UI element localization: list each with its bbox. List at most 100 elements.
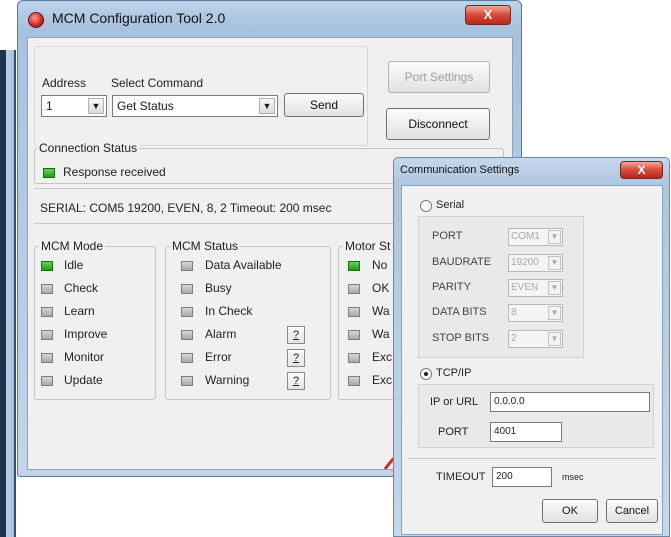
chevron-down-icon[interactable]: ▼ [548,281,561,295]
parity-value: EVEN [511,282,539,293]
monitor-led [41,353,53,363]
alarm-help-button[interactable]: ? [287,326,305,344]
serial-port-value: COM1 [511,231,540,242]
send-button[interactable]: Send [284,93,364,117]
motor-led-3 [348,307,360,317]
chevron-down-icon[interactable]: ▼ [548,230,561,244]
dialog-client-area: Serial PORT COM1 ▼ BAUDRATE 19200 ▼ PARI… [401,185,663,535]
timeout-label: TIMEOUT [436,471,486,483]
tcpip-radio[interactable] [420,368,432,380]
mode-idle-label: Idle [64,258,84,272]
in-check-led [181,307,193,317]
disconnect-button[interactable]: Disconnect [386,108,490,140]
mode-learn-label: Learn [64,304,95,318]
mcm-mode-title: MCM Mode [39,239,106,253]
data-bits-label: DATA BITS [432,306,487,318]
response-led [43,168,55,178]
chevron-down-icon[interactable]: ▼ [259,98,275,114]
tcp-port-label: PORT [438,426,469,438]
motor-led-2 [348,284,360,294]
mode-monitor-label: Monitor [64,350,105,364]
select-command-label: Select Command [111,76,204,90]
update-led [41,376,53,386]
status-error-label: Error [205,350,232,364]
command-select[interactable]: Get Status ▼ [112,95,278,117]
alarm-led [181,330,193,340]
cancel-button[interactable]: Cancel [606,499,658,523]
separator [408,458,656,459]
baudrate-select[interactable]: 19200 ▼ [508,254,563,272]
warning-led [181,376,193,386]
ip-url-label: IP or URL [430,396,479,408]
serial-port-label: PORT [432,230,463,242]
serial-port-select[interactable]: COM1 ▼ [508,228,563,246]
motor-label-4: Wa [372,327,390,341]
data-bits-value: 8 [511,307,517,318]
stop-bits-select[interactable]: 2 ▼ [508,330,563,348]
response-text: Response received [63,165,166,179]
warning-help-button[interactable]: ? [287,372,305,390]
stop-bits-value: 2 [511,333,517,344]
motor-led-6 [348,376,360,386]
motor-label-3: Wa [372,304,390,318]
motor-status-title: Motor St [343,239,393,253]
check-led [41,284,53,294]
baudrate-value: 19200 [511,257,539,268]
window-title: MCM Configuration Tool 2.0 [52,10,226,26]
app-icon [28,12,44,28]
title-bar[interactable]: MCM Configuration Tool 2.0 X [18,1,521,37]
status-alarm-label: Alarm [205,327,237,341]
data-bits-select[interactable]: 8 ▼ [508,304,563,322]
address-label: Address [42,76,87,90]
parity-select[interactable]: EVEN ▼ [508,279,563,297]
background-window-border [0,50,6,537]
baudrate-label: BAUDRATE [432,256,492,268]
chevron-down-icon[interactable]: ▼ [548,306,561,320]
serial-info: SERIAL: COM5 19200, EVEN, 8, 2 Timeout: … [40,201,332,215]
command-value: Get Status [117,99,174,113]
motor-led-4 [348,330,360,340]
stop-bits-label: STOP BITS [432,332,490,344]
motor-label-1: No [372,258,388,272]
error-led [181,353,193,363]
chevron-down-icon[interactable]: ▼ [548,332,561,346]
dialog-title: Communication Settings [400,164,520,176]
status-data-available-label: Data Available [205,258,282,272]
mode-improve-label: Improve [64,327,108,341]
status-in-check-label: In Check [205,304,253,318]
close-button[interactable]: X [465,5,511,25]
improve-led [41,330,53,340]
connection-status-title: Connection Status [37,141,140,155]
busy-led [181,284,193,294]
communication-settings-dialog: Communication Settings X Serial PORT COM… [393,157,670,537]
chevron-down-icon[interactable]: ▼ [548,256,561,270]
motor-led-1 [348,261,360,271]
idle-led [41,261,53,271]
motor-label-5: Exc [372,350,393,364]
timeout-unit: msec [562,472,584,482]
status-busy-label: Busy [205,281,232,295]
motor-label-6: Exc [372,373,393,387]
dialog-close-button[interactable]: X [620,161,663,179]
status-warning-label: Warning [205,373,250,387]
port-settings-button[interactable]: Port Settings [388,61,490,93]
error-help-button[interactable]: ? [287,349,305,367]
chevron-down-icon[interactable]: ▼ [88,98,104,114]
timeout-input[interactable]: 200 [492,467,552,487]
tcp-port-input[interactable]: 4001 [490,422,562,442]
mode-check-label: Check [64,281,99,295]
tcpip-label: TCP/IP [436,367,472,379]
ok-button[interactable]: OK [542,499,598,523]
mode-update-label: Update [64,373,103,387]
address-select[interactable]: 1 ▼ [41,95,107,117]
motor-label-2: OK [372,281,390,295]
serial-label: Serial [436,199,465,211]
address-value: 1 [46,99,53,113]
serial-radio[interactable] [420,200,432,212]
ip-url-input[interactable]: 0.0.0.0 [490,392,650,412]
learn-led [41,307,53,317]
data-available-led [181,261,193,271]
motor-led-5 [348,353,360,363]
parity-label: PARITY [432,281,471,293]
mcm-status-title: MCM Status [170,239,241,253]
